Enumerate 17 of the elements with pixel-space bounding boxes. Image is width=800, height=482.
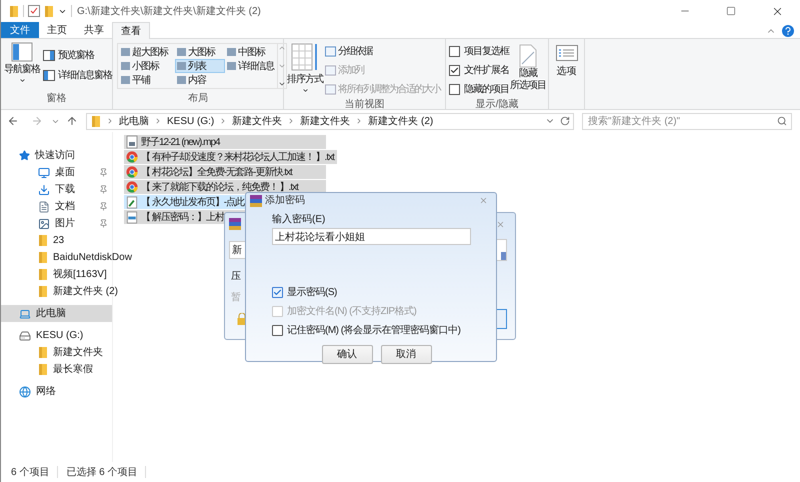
selection-count: 已选择 6 个项目 (66, 466, 138, 480)
item-count: 6 个项目 (11, 466, 50, 480)
checkbox-label: 加密文件名(N) (不支持ZIP格式) (287, 304, 416, 319)
dialog-title: 添加密码 (265, 194, 305, 208)
field-label: 暂 (231, 292, 241, 303)
checkbox-label: 显示密码(S) (287, 286, 337, 300)
window-title: G:\新建文件夹\新建文件夹\新建文件夹 (2) (77, 4, 261, 18)
group-label: 布局 (188, 93, 208, 104)
checkbox-label: 文件扩展名 (464, 64, 509, 78)
group-label: 窗格 (46, 93, 66, 104)
group-label: 显示/隐藏 (476, 99, 518, 110)
field-label: 压 (231, 271, 241, 282)
field-label: 输入密码(E) (272, 212, 326, 227)
checkbox-label: 记住密码(M) (将会显示在管理密码窗口中) (287, 324, 460, 338)
checkbox-label: 隐藏的项目 (464, 82, 509, 97)
checkbox-label: 项目复选框 (464, 44, 509, 59)
group-label: 当前视图 (344, 99, 384, 110)
